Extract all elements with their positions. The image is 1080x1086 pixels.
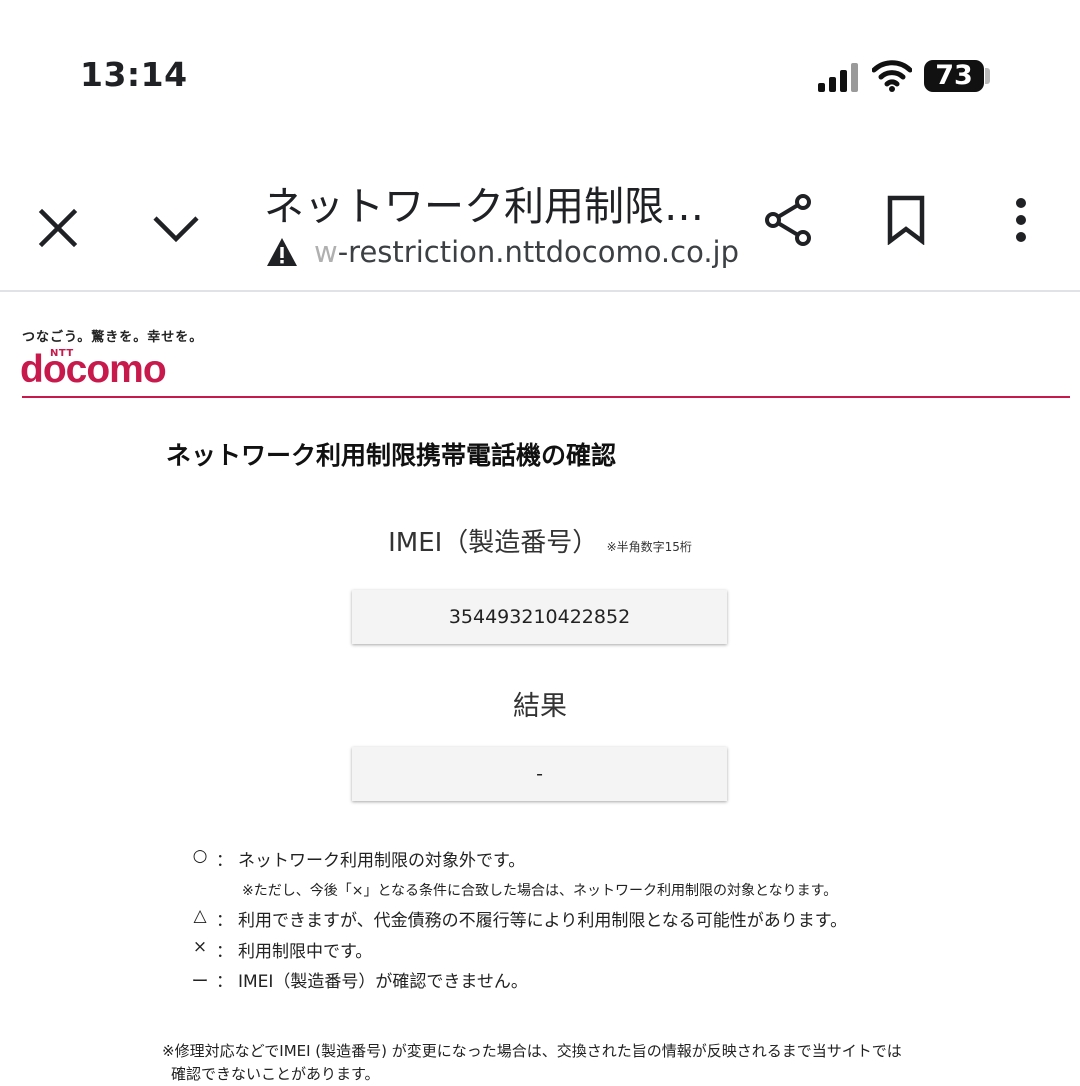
result-label: 結果 [513, 691, 567, 722]
more-menu-button[interactable] [996, 192, 1046, 248]
legend-colon: ： [216, 972, 233, 992]
bookmark-button[interactable] [878, 192, 934, 248]
legend-colon: ： [216, 911, 233, 931]
battery-icon: 73 [924, 60, 984, 92]
url-text: w-restriction.nttdocomo.co.jp [314, 235, 739, 269]
url-bar[interactable]: w-restriction.nttdocomo.co.jp [266, 232, 739, 272]
browser-toolbar: ネットワーク利用制限… w-restriction.nttdocomo.co.j… [0, 160, 1080, 292]
wifi-icon [872, 60, 912, 92]
ntt-mark: NTT [50, 348, 74, 359]
imei-input[interactable]: 354493210422852 [352, 590, 727, 644]
legend-symbol: △ [193, 906, 207, 926]
legend-colon: ： [216, 942, 233, 962]
legend-symbol: × [192, 937, 208, 957]
legend-text: IMEI（製造番号）が確認できません。 [238, 972, 528, 992]
share-icon [765, 194, 811, 246]
legend-symbol: ー [191, 972, 209, 992]
more-vert-icon [1016, 198, 1026, 242]
battery-cap [985, 68, 990, 84]
footnote-line: ※修理対応などでIMEI (製造番号) が変更になった場合は、交換された旨の情報… [162, 1042, 902, 1060]
legend-text: ネットワーク利用制限の対象外です。 [238, 851, 526, 871]
legend-text: 利用制限中です。 [238, 942, 373, 962]
url-faded: w [314, 235, 338, 269]
signal-icon [818, 62, 860, 92]
page-title: ネットワーク利用制限… [264, 184, 704, 230]
footnote-line: 確認できないことがあります。 [171, 1065, 380, 1083]
result-field: - [352, 747, 727, 801]
status-time: 13:14 [80, 55, 188, 94]
legend-note: ※ただし、今後「×」となる条件に合致した場合は、ネットワーク利用制限の対象となり… [242, 883, 838, 899]
brand-tagline: つなごう。驚きを。幸せを。 [22, 330, 204, 345]
docomo-logo[interactable]: docomo [20, 348, 167, 392]
footnote: ※修理対応などでIMEI (製造番号) が変更になった場合は、交換された旨の情報… [162, 1040, 902, 1086]
share-button[interactable] [760, 192, 816, 248]
warning-icon [267, 238, 297, 266]
expand-button[interactable] [148, 200, 204, 256]
imei-note: ※半角数字15桁 [606, 540, 692, 554]
legend-text: 利用できますが、代金債務の不履行等により利用制限となる可能性があります。 [238, 911, 848, 931]
chevron-down-icon [153, 216, 199, 243]
legend-symbol: ○ [192, 846, 208, 866]
imei-label: IMEI（製造番号） ※半角数字15桁 [0, 522, 1080, 559]
bookmark-icon [887, 195, 925, 245]
close-button[interactable] [30, 200, 86, 256]
imei-label-text: IMEI（製造番号） [388, 528, 599, 558]
url-domain: -restriction.nttdocomo.co.jp [337, 235, 740, 269]
site-header: つなごう。驚きを。幸せを。 docomo NTT [20, 322, 1070, 398]
legend-colon: ： [216, 851, 233, 871]
close-icon [38, 208, 78, 248]
status-bar: 13:14 73 [0, 0, 1080, 150]
page-heading: ネットワーク利用制限携帯電話機の確認 [166, 441, 617, 470]
